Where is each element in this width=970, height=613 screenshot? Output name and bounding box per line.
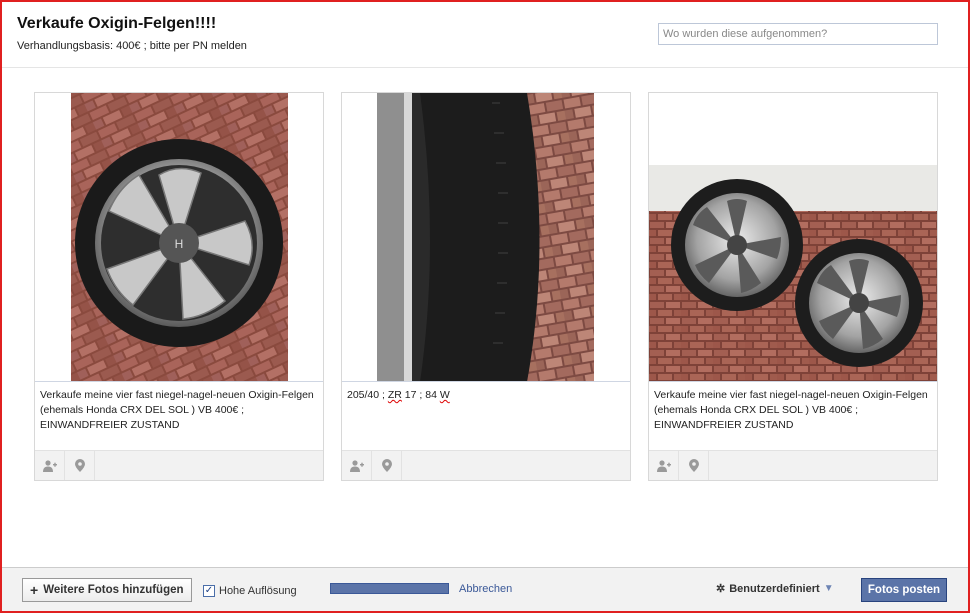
tire-photo-image: [377, 93, 594, 381]
album-description[interactable]: Verhandlungsbasis: 400€ ; bitte per PN m…: [17, 40, 247, 52]
photo-card: H Verkaufe meine vier fast niegel-nagel-…: [34, 92, 324, 481]
map-pin-icon[interactable]: [65, 451, 95, 480]
caption-size-text: 17 ; 84: [401, 389, 440, 401]
high-resolution-label: Hohe Auflösung: [219, 585, 297, 597]
photo-two-wheels[interactable]: [649, 93, 937, 382]
add-more-photos-label: Weitere Fotos hinzufügen: [43, 584, 184, 596]
svg-text:H: H: [175, 237, 184, 251]
add-person-icon[interactable]: [35, 451, 65, 480]
wheel-photo-image: H: [71, 93, 288, 381]
cancel-link[interactable]: Abbrechen: [459, 583, 512, 595]
privacy-label: Benutzerdefiniert: [729, 582, 820, 595]
wheels-photo-image: [649, 165, 937, 381]
photo-actions-bar: [342, 450, 630, 480]
post-photos-button[interactable]: Fotos posten: [861, 578, 947, 602]
photo-actions-bar: [649, 450, 937, 480]
upload-progress-bar: [330, 583, 449, 594]
caption-size-text: 205/40 ;: [347, 389, 388, 401]
caption-misspelled-word: ZR: [387, 389, 402, 401]
plus-icon: +: [30, 582, 39, 598]
photo-actions-bar: [35, 450, 323, 480]
caret-down-icon: ▼: [823, 583, 834, 594]
privacy-selector[interactable]: ✲ Benutzerdefiniert ▼: [716, 582, 834, 596]
photo-card: 205/40 ; ZR 17 ; 84 W: [341, 92, 631, 481]
add-person-icon[interactable]: [649, 451, 679, 480]
photo-caption[interactable]: Verkaufe meine vier fast niegel-nagel-ne…: [35, 382, 323, 450]
location-input[interactable]: [658, 23, 938, 45]
high-resolution-checkbox[interactable]: ✓: [203, 585, 215, 597]
album-header: Verkaufe Oxigin-Felgen!!!! Verhandlungsb…: [2, 2, 968, 68]
photo-caption[interactable]: Verkaufe meine vier fast niegel-nagel-ne…: [649, 382, 937, 450]
gear-icon: ✲: [716, 583, 726, 595]
map-pin-icon[interactable]: [372, 451, 402, 480]
photo-wheel-closeup[interactable]: H: [35, 93, 323, 382]
photo-card: Verkaufe meine vier fast niegel-nagel-ne…: [648, 92, 938, 481]
add-person-icon[interactable]: [342, 451, 372, 480]
upload-footer: + Weitere Fotos hinzufügen ✓ Hohe Auflös…: [2, 567, 968, 611]
photo-tire-sidewall[interactable]: [342, 93, 630, 382]
high-resolution-option[interactable]: ✓ Hohe Auflösung: [203, 585, 297, 597]
photo-caption[interactable]: 205/40 ; ZR 17 ; 84 W: [342, 382, 630, 450]
caption-misspelled-word: W: [439, 389, 450, 401]
add-more-photos-button[interactable]: + Weitere Fotos hinzufügen: [22, 578, 192, 602]
album-title[interactable]: Verkaufe Oxigin-Felgen!!!!: [17, 15, 216, 33]
map-pin-icon[interactable]: [679, 451, 709, 480]
